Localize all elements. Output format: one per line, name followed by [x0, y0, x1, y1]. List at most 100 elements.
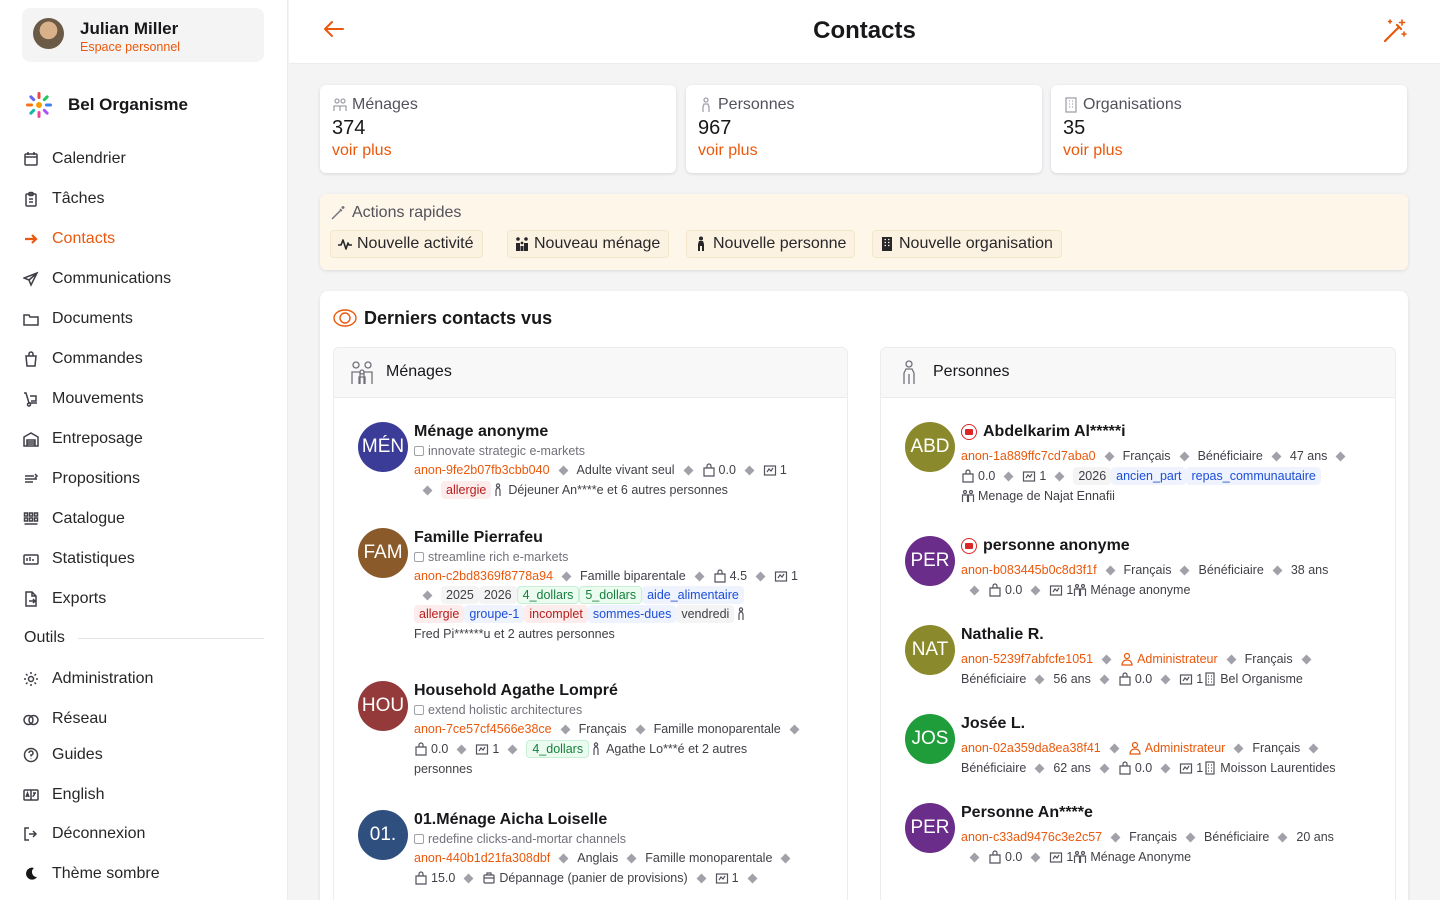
persons-panel: Personnes ABD Abdelkarim Al*****i anon-1a8…	[880, 347, 1396, 900]
bag-icon	[1119, 761, 1131, 775]
tag-pill[interactable]: aide_alimentaire	[642, 586, 744, 604]
contact-name[interactable]: Personne An****e	[961, 803, 1383, 823]
sidebar-item-communications[interactable]: Communications	[22, 265, 272, 293]
contact-id[interactable]: anon-9fe2b07fb3cbb040	[414, 460, 550, 480]
sidebar-item-taches[interactable]: Tâches	[22, 185, 272, 213]
sidebar-item-exports[interactable]: Exports	[22, 585, 272, 613]
tag-pill[interactable]: ancien_part	[1111, 467, 1187, 485]
separator	[744, 465, 755, 475]
sidebar-item-english[interactable]: English	[22, 781, 272, 809]
sidebar-item-contacts[interactable]: Contacts	[22, 225, 272, 253]
inventory-icon	[1180, 763, 1193, 774]
separator	[1160, 763, 1171, 773]
new-household-button[interactable]: Nouveau ménage	[507, 230, 670, 258]
contact-meta-row: allergie Déjeuner An****e et 6 autres per…	[414, 480, 835, 500]
contact-name[interactable]: Household Agathe Lompré	[414, 681, 835, 701]
separator	[747, 873, 758, 883]
sidebar-item-deconnexion[interactable]: Déconnexion	[22, 820, 272, 848]
contact-meta-row: 15.0 Dépannage (panier de provisions) 1	[414, 868, 835, 888]
tag-pill[interactable]: allergie	[441, 481, 492, 499]
sidebar-item-mouvements[interactable]: Mouvements	[22, 385, 272, 413]
contact-name[interactable]: personne anonyme	[961, 536, 1383, 556]
meta-value: Ménage Anonyme	[1090, 850, 1192, 864]
sidebar-item-reseau[interactable]: Réseau	[22, 705, 272, 733]
separator	[1030, 852, 1041, 862]
meta-value: 0.0	[1005, 850, 1023, 864]
sidebar-item-label: Calendrier	[52, 150, 126, 167]
contact-name-text: Josée L.	[961, 715, 1026, 732]
sidebar-item-guides[interactable]: Guides	[22, 741, 272, 769]
bag-icon	[415, 742, 427, 756]
contact-id[interactable]: anon-440b1d21fa308dbf	[414, 848, 550, 868]
separator	[969, 852, 980, 862]
contact-id[interactable]: anon-5239f7abfcfe1051	[961, 649, 1093, 669]
tag-pill[interactable]: allergie	[414, 605, 465, 623]
sidebar-item-calendrier[interactable]: Calendrier	[22, 145, 272, 173]
contact-id[interactable]: anon-02a359da8ea38f41	[961, 738, 1101, 758]
contact-name[interactable]: 01.Ménage Aicha Loiselle	[414, 810, 835, 830]
contact-meta-row: anon-440b1d21fa308dbf Anglais Famille mono…	[414, 848, 835, 868]
inventory-icon	[1023, 471, 1036, 482]
separator	[1185, 832, 1196, 842]
export-icon	[22, 590, 40, 608]
sidebar-item-label: Documents	[52, 310, 133, 327]
contact-id[interactable]: anon-7ce57cf4566e38ce	[414, 719, 552, 739]
contact-id[interactable]: anon-c33ad9476c3e2c57	[961, 827, 1102, 847]
tag-pill[interactable]: vendredi	[676, 605, 735, 623]
user-card[interactable]: Julian Miller Espace personnel	[22, 8, 264, 62]
separator	[1277, 832, 1288, 842]
tag-pill[interactable]: 2026	[1073, 467, 1112, 485]
contact-name[interactable]: Ménage anonyme	[414, 422, 835, 442]
tag-pill[interactable]: 2025	[441, 586, 479, 604]
sidebar-item-catalogue[interactable]: Catalogue	[22, 505, 272, 533]
see-more-link[interactable]: voir plus	[1063, 142, 1123, 160]
tag-pill[interactable]: repas_communautaire	[1186, 467, 1321, 485]
contact-name[interactable]: Nathalie R.	[961, 625, 1383, 645]
contact-name[interactable]: Josée L.	[961, 714, 1383, 734]
contact-meta-row: Fred Pi******u et 2 autres personnes	[414, 624, 835, 644]
sidebar-item-statistiques[interactable]: Statistiques	[22, 545, 272, 573]
bag-icon	[962, 469, 974, 483]
new-activity-button[interactable]: Nouvelle activité	[330, 230, 483, 258]
contact-name[interactable]: Famille Pierrafeu	[414, 528, 835, 548]
inventory-icon	[763, 465, 777, 476]
meta-text: 20 ans	[1296, 830, 1334, 844]
new-organization-button[interactable]: Nouvelle organisation	[872, 230, 1062, 258]
person-icon	[738, 607, 744, 620]
meta-value: 1	[1196, 761, 1204, 775]
separator	[561, 571, 572, 581]
separator	[1233, 743, 1244, 753]
separator	[696, 873, 707, 883]
tag-pill[interactable]: incomplet	[524, 605, 588, 623]
sidebar-item-theme-sombre[interactable]: Thème sombre	[22, 860, 272, 888]
tag-pill[interactable]: 4_dollars	[526, 740, 590, 758]
tag-pill[interactable]: 5_dollars	[579, 586, 643, 604]
organization-logo-icon	[26, 92, 52, 118]
tag-pill[interactable]: 4_dollars	[516, 586, 580, 604]
tag-pill[interactable]: 2026	[478, 586, 517, 604]
sidebar-item-commandes[interactable]: Commandes	[22, 345, 272, 373]
help-icon	[22, 746, 40, 764]
meta-value: Déjeuner An****e et 6 autres personnes	[508, 483, 728, 497]
logout-icon	[22, 825, 40, 843]
see-more-link[interactable]: voir plus	[332, 142, 392, 160]
meta-value: Menage de Najat Ennafii	[978, 489, 1115, 503]
flag-icon	[961, 538, 977, 554]
see-more-link[interactable]: voir plus	[698, 142, 758, 160]
sidebar-item-entreposage[interactable]: Entreposage	[22, 425, 272, 453]
tag-pill[interactable]: groupe-1	[464, 605, 525, 623]
sidebar-item-documents[interactable]: Documents	[22, 305, 272, 333]
contact-meta-row: anon-9fe2b07fb3cbb040 Adulte vivant seul 0…	[414, 460, 835, 480]
contact-id[interactable]: anon-c2bd8369f8778a94	[414, 566, 553, 586]
contact-id[interactable]: anon-1a889ffc7cd7aba0	[961, 446, 1096, 466]
tag-pill[interactable]: sommes-dues	[587, 605, 677, 623]
sidebar-item-propositions[interactable]: Propositions	[22, 465, 272, 493]
new-person-button[interactable]: Nouvelle personne	[686, 230, 856, 258]
sidebar-item-administration[interactable]: Administration	[22, 665, 272, 693]
magic-wand-icon[interactable]	[1382, 18, 1408, 44]
meta-inv: 1	[715, 868, 739, 888]
meta-text: Français	[1252, 741, 1301, 755]
contact-id[interactable]: anon-b083445b0c8d3f1f	[961, 560, 1097, 580]
contact-name[interactable]: Abdelkarim Al*****i	[961, 422, 1383, 442]
meta-text: Bénéficiaire	[961, 761, 1027, 775]
